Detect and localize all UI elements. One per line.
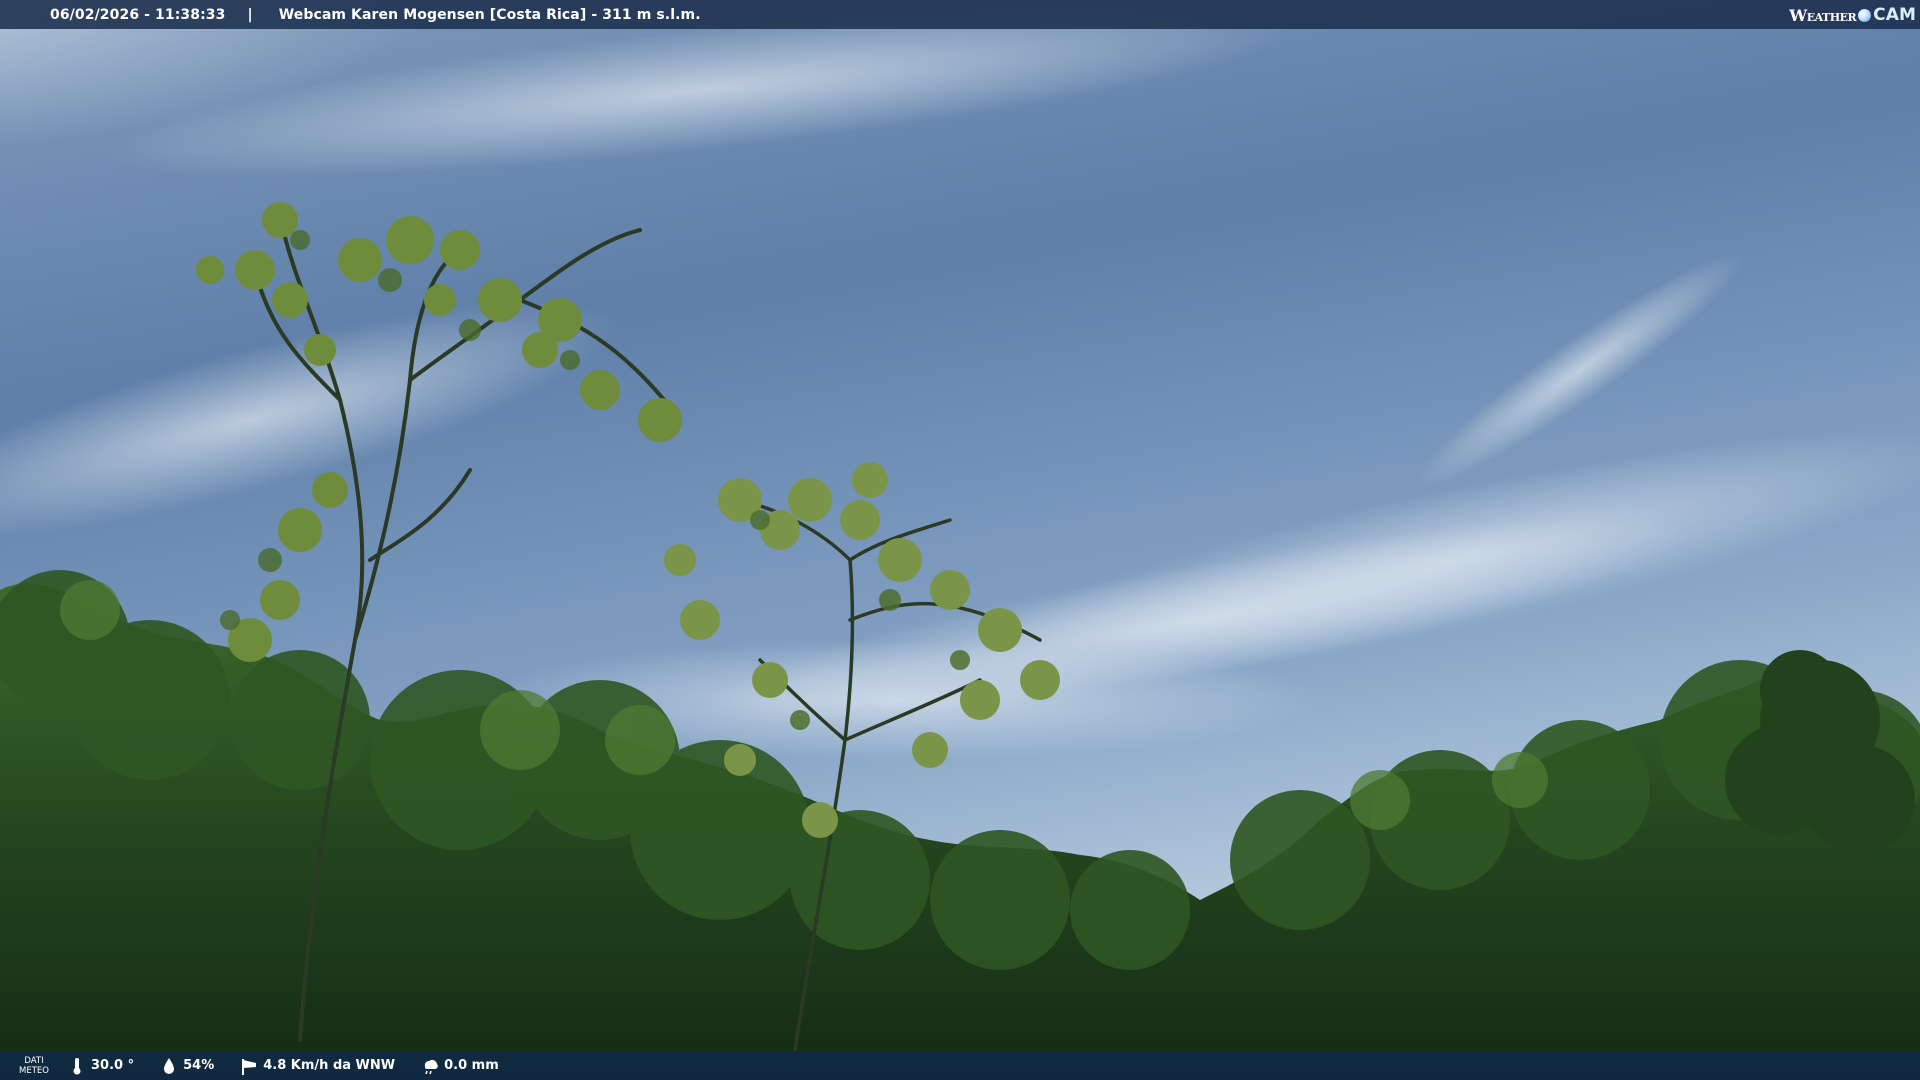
logo-text-weather: Weather <box>1789 5 1857 25</box>
wind-value: 4.8 Km/h da WNW <box>263 1058 396 1073</box>
weathercam-logo: Weather CAM <box>1789 3 1916 27</box>
logo-globe-icon <box>1858 8 1872 22</box>
temperature-stat: 30.0 ° <box>68 1056 134 1076</box>
humidity-stat: 54% <box>160 1056 214 1076</box>
meteo-label-line1: DATI <box>24 1055 44 1066</box>
windsock-icon <box>240 1056 258 1076</box>
droplet-icon <box>160 1056 178 1076</box>
thermometer-icon <box>68 1056 86 1076</box>
webcam-title: Webcam Karen Mogensen [Costa Rica] - 311… <box>278 6 701 23</box>
humidity-value: 54% <box>183 1058 215 1073</box>
weather-data-bar: DATI METEO 30.0 ° 54% 4.8 Km/h da WNW 0.… <box>0 1051 1920 1080</box>
meteo-label: DATI METEO <box>0 1056 68 1076</box>
rain-value: 0.0 mm <box>444 1058 499 1073</box>
rain-stat: 0.0 mm <box>421 1056 499 1076</box>
header-bar: 06/02/2026 - 11:38:33 | Webcam Karen Mog… <box>0 0 1920 29</box>
datetime-text: 06/02/2026 - 11:38:33 <box>50 6 226 23</box>
wind-stat: 4.8 Km/h da WNW <box>240 1056 395 1076</box>
header-separator: | <box>247 6 253 23</box>
rain-cloud-icon <box>421 1056 439 1076</box>
meteo-label-line2: METEO <box>19 1065 49 1076</box>
temperature-value: 30.0 ° <box>91 1058 135 1073</box>
logo-text-cam: CAM <box>1873 5 1916 25</box>
webcam-image <box>0 0 1920 1080</box>
